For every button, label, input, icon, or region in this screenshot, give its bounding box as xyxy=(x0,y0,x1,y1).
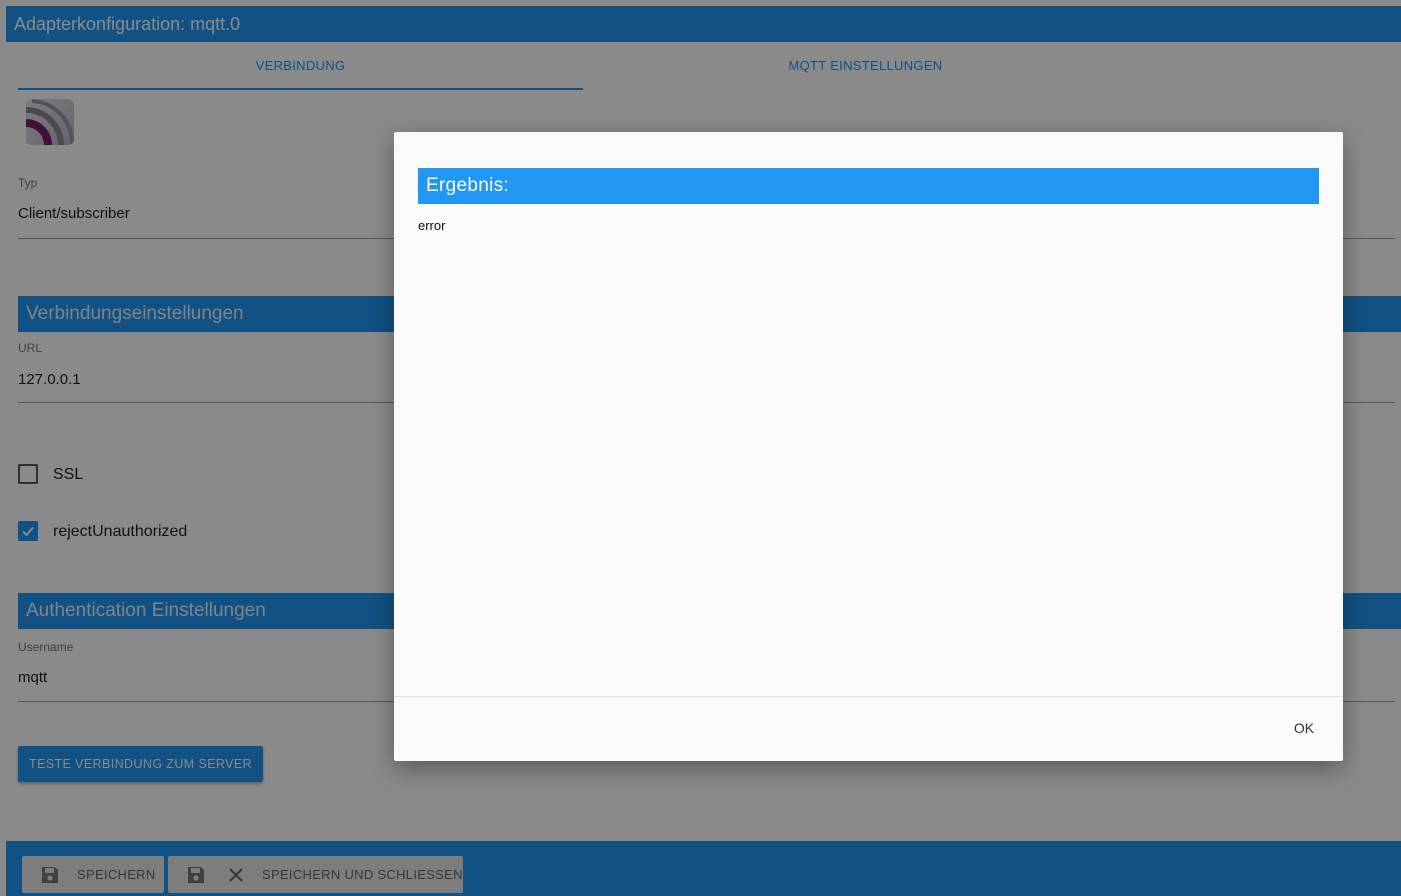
dialog-divider xyxy=(394,696,1343,697)
dialog-message: error xyxy=(418,218,446,233)
result-dialog: Ergebnis: error OK xyxy=(394,132,1343,761)
dialog-title: Ergebnis: xyxy=(418,168,1319,204)
ok-button[interactable]: OK xyxy=(1275,710,1333,746)
